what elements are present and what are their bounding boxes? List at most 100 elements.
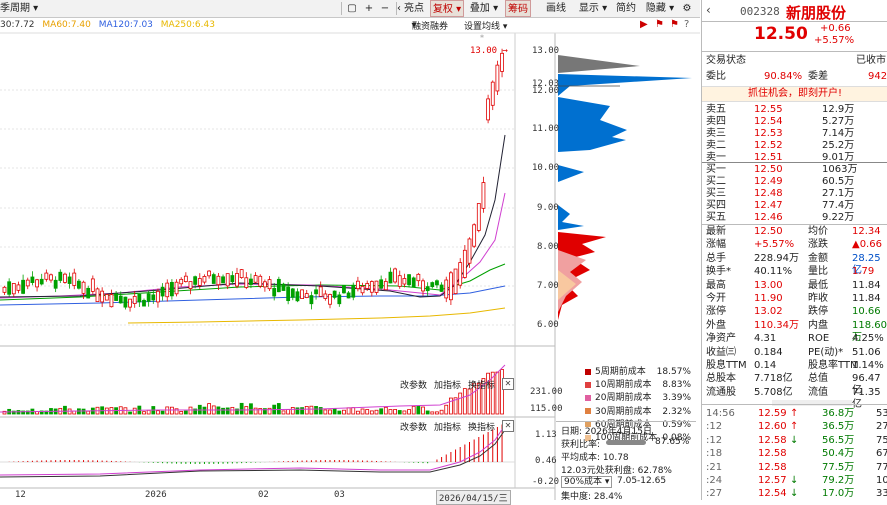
volume-bar bbox=[360, 408, 365, 415]
stock-name: 新朋股份 bbox=[786, 4, 847, 22]
volume-bar bbox=[351, 407, 356, 415]
candle-body bbox=[202, 276, 207, 283]
tick-volume: 77.5万 bbox=[822, 461, 855, 473]
volume-bar bbox=[86, 410, 91, 415]
stat-row: 股息TTM 0.14 股息率TTM 1.14% bbox=[702, 360, 887, 372]
level-label: 买二 bbox=[706, 176, 726, 187]
volume-bar bbox=[383, 406, 388, 415]
sub2-add-indicator[interactable]: 加指标 bbox=[434, 420, 461, 433]
legend-label: 30周期前成本 bbox=[595, 406, 652, 417]
stat-label: 昨收 bbox=[808, 293, 828, 304]
ask-row[interactable]: 卖二 12.52 25.2万 bbox=[702, 140, 887, 152]
candle-body bbox=[300, 289, 305, 299]
stat-label: 净资产 bbox=[706, 333, 736, 345]
scroll-handle[interactable] bbox=[772, 400, 852, 406]
level-label: 买三 bbox=[706, 188, 726, 199]
stat-value: 228.94万 bbox=[754, 252, 799, 264]
candle-body bbox=[337, 294, 342, 305]
stat-value: 0.184 bbox=[754, 346, 783, 358]
level-label: 卖二 bbox=[706, 140, 726, 151]
volume-bars bbox=[2, 369, 504, 415]
volume-bar bbox=[393, 409, 398, 415]
stat-value: 1.79 bbox=[852, 266, 875, 278]
candle-body bbox=[379, 279, 384, 289]
sub2-change-params[interactable]: 改参数 bbox=[400, 420, 427, 433]
profit-progress-bar bbox=[606, 440, 646, 445]
candle-body bbox=[453, 268, 458, 294]
ask-row[interactable]: 卖五 12.55 12.9万 bbox=[702, 104, 887, 116]
candle-body bbox=[309, 295, 314, 305]
price-tick: 12.00 bbox=[532, 86, 560, 96]
stat-value: 12.50 bbox=[754, 226, 783, 237]
ask-row[interactable]: 卖三 12.53 7.14万 bbox=[702, 128, 887, 140]
volume-bar bbox=[444, 404, 449, 415]
candle-body bbox=[142, 299, 146, 307]
candle-body bbox=[156, 290, 160, 303]
wc-value: 9426 bbox=[868, 71, 887, 82]
sub1-add-indicator[interactable]: 加指标 bbox=[434, 378, 461, 391]
level-volume: 7.14万 bbox=[822, 128, 855, 139]
stat-value: 4.31 bbox=[754, 333, 777, 345]
legend-swatch bbox=[585, 394, 591, 401]
candle-body bbox=[346, 292, 351, 299]
ask-row[interactable]: 卖四 12.54 5.27万 bbox=[702, 116, 887, 128]
sub1-close-icon[interactable]: ✕ bbox=[502, 378, 514, 390]
bid-row[interactable]: 买一 12.50 1063万 bbox=[702, 164, 887, 176]
chip-peak bbox=[558, 74, 692, 96]
back-icon[interactable]: ‹ bbox=[706, 3, 711, 17]
candle-body bbox=[360, 285, 365, 294]
level-label: 买四 bbox=[706, 200, 726, 211]
volume-bar bbox=[146, 409, 151, 415]
tick-row: :21 12.58 77.5万 77 bbox=[702, 462, 887, 474]
x-cursor-date: 2026/04/15/三 bbox=[436, 490, 511, 505]
candle-body bbox=[323, 293, 328, 299]
volume-bar bbox=[132, 407, 137, 415]
candle-body bbox=[374, 280, 379, 293]
bid-row[interactable]: 买五 12.46 9.22万 bbox=[702, 212, 887, 224]
macd-tick: -0.20 bbox=[532, 477, 560, 487]
stat-row: 换手* 40.11% 量比 1.79 bbox=[702, 266, 887, 278]
candle-body bbox=[160, 286, 165, 297]
cost90-dropdown[interactable]: 90%成本 ▾ bbox=[561, 476, 613, 488]
candle-body bbox=[211, 274, 216, 284]
candle-body bbox=[21, 279, 26, 294]
tick-volume: 36.8万 bbox=[822, 408, 855, 419]
stat-row: 总手 228.94万 金额 28.25亿 bbox=[702, 252, 887, 276]
volume-bar bbox=[323, 409, 328, 415]
price-change-pct: +5.57% bbox=[814, 35, 855, 46]
volume-bar bbox=[188, 406, 193, 415]
stat-label: 总股本 bbox=[706, 373, 736, 385]
volume-bar bbox=[435, 411, 439, 415]
volume-bar bbox=[448, 397, 453, 415]
open-account-banner[interactable]: 抓住机会，即刻开户! bbox=[702, 86, 887, 102]
legend-pct: 2.32% bbox=[662, 406, 691, 417]
candle-body bbox=[216, 275, 221, 286]
stat-label: 量比 bbox=[808, 266, 828, 278]
candle-body bbox=[104, 294, 109, 301]
candle-body bbox=[197, 278, 202, 286]
bid-row[interactable]: 买三 12.48 27.1万 bbox=[702, 188, 887, 200]
volume-bar bbox=[202, 406, 207, 415]
bid-row[interactable]: 买二 12.49 60.5万 bbox=[702, 176, 887, 188]
stat-row: 涨幅 +5.57% 涨跌 ▲0.66 bbox=[702, 239, 887, 251]
sub1-change-params[interactable]: 改参数 bbox=[400, 378, 427, 391]
sub2-switch-indicator[interactable]: 换指标 bbox=[468, 420, 495, 433]
legend-label: 5周期前成本 bbox=[595, 367, 646, 377]
volume-bar bbox=[225, 407, 230, 415]
stat-label: 最新 bbox=[706, 226, 726, 237]
level-volume: 12.9万 bbox=[822, 104, 855, 115]
arrow-down-icon: ↓ bbox=[790, 488, 799, 500]
stat-row: 总股本 7.718亿 总值 96.47亿 bbox=[702, 373, 887, 396]
volume-bar bbox=[314, 406, 318, 415]
candle-body bbox=[407, 274, 411, 286]
quote-panel: ‹ 002328 新朋股份 12.50 +0.66 +5.57% 交易状态 已收… bbox=[701, 0, 887, 500]
sub1-switch-indicator[interactable]: 换指标 bbox=[468, 378, 495, 391]
candle-body bbox=[383, 281, 388, 291]
price-tick: 13.00 bbox=[532, 46, 560, 56]
bid-row[interactable]: 买四 12.47 77.4万 bbox=[702, 200, 887, 212]
candle-body bbox=[132, 295, 137, 305]
candle-body bbox=[114, 293, 118, 301]
sub2-close-icon[interactable]: ✕ bbox=[502, 420, 514, 432]
candle-body bbox=[230, 275, 235, 283]
candle-body bbox=[276, 278, 281, 293]
